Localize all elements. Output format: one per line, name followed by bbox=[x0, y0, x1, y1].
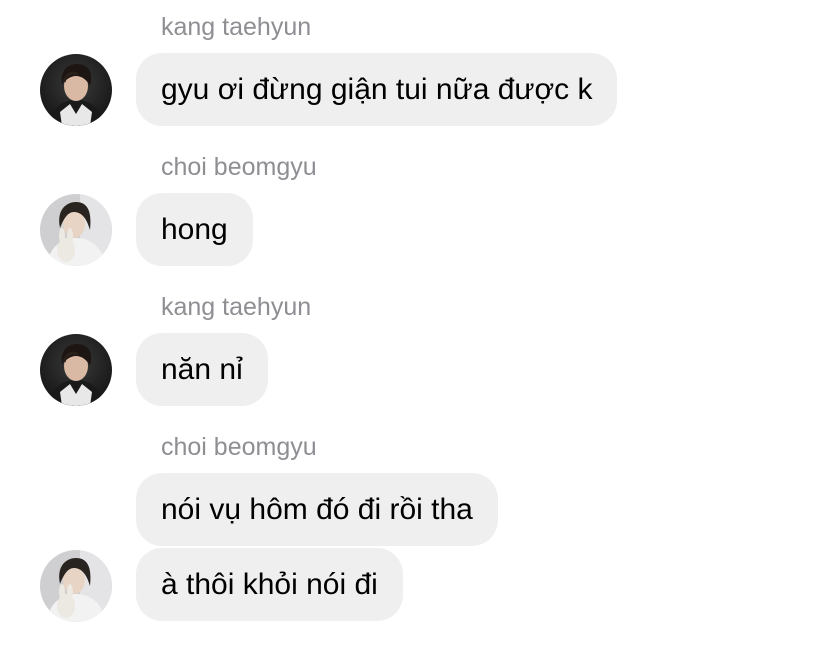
beomgyu-avatar[interactable] bbox=[40, 194, 112, 266]
sender-name: kang taehyun bbox=[161, 13, 312, 41]
message-bubble[interactable]: à thôi khỏi nói đi bbox=[136, 548, 403, 621]
message-bubble[interactable]: nói vụ hôm đó đi rồi tha bbox=[136, 473, 498, 546]
taehyun-avatar[interactable] bbox=[40, 54, 112, 126]
message-bubble[interactable]: gyu ơi đừng giận tui nữa được k bbox=[136, 53, 618, 126]
taehyun-avatar[interactable] bbox=[40, 334, 112, 406]
sender-name: choi beomgyu bbox=[161, 153, 317, 181]
sender-name: choi beomgyu bbox=[161, 433, 317, 461]
message-bubble[interactable]: hong bbox=[136, 193, 253, 266]
sender-name: kang taehyun bbox=[161, 293, 312, 321]
beomgyu-avatar[interactable] bbox=[40, 550, 112, 622]
message-bubble[interactable]: năn nỉ bbox=[136, 333, 268, 406]
